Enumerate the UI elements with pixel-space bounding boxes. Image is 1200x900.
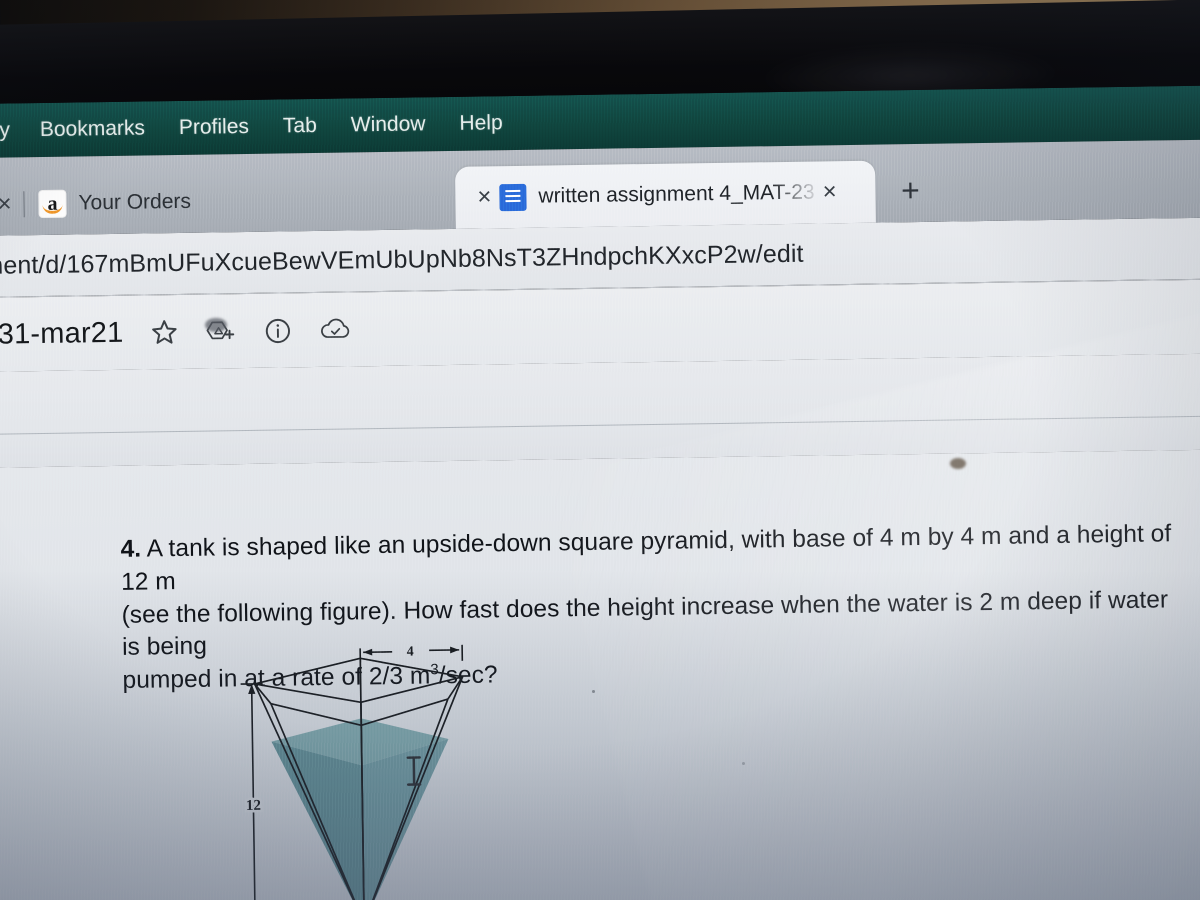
- omnibox-url-text: ment/d/167mBmUFuXcueBewVEmUbUpNb8NsT3ZHn…: [0, 239, 804, 280]
- tab-close-icon[interactable]: ×: [469, 183, 499, 210]
- question-line-1: A tank is shaped like an upside-down squ…: [120, 520, 1172, 596]
- menu-item-window[interactable]: Window: [351, 112, 426, 137]
- document-title[interactable]: 231-mar21: [0, 316, 124, 351]
- dimension-label-height: 12: [246, 798, 261, 814]
- info-icon[interactable]: [263, 316, 292, 345]
- screen-content: ry Bookmarks Profiles Tab Window Help × …: [0, 85, 1200, 900]
- menu-item-history-clipped[interactable]: ry: [0, 118, 10, 142]
- document-page: 4. A tank is shaped like an upside-down …: [0, 449, 1200, 900]
- cloud-saved-icon[interactable]: [318, 316, 352, 344]
- tab-your-orders[interactable]: × a Your Orders: [0, 167, 456, 236]
- question-number: 4.: [120, 535, 142, 563]
- tab-divider: [23, 191, 25, 218]
- menu-item-help[interactable]: Help: [459, 111, 503, 136]
- star-icon[interactable]: [149, 317, 179, 347]
- photo-of-screen: ry Bookmarks Profiles Tab Window Help × …: [0, 0, 1200, 900]
- amazon-icon: a: [38, 189, 67, 219]
- tab-label-your-orders: Your Orders: [78, 189, 192, 215]
- dimension-label-width: 4: [407, 645, 414, 660]
- toolbar-divider: [0, 415, 1200, 435]
- new-tab-button[interactable]: +: [875, 172, 946, 223]
- height-dimension: [240, 682, 263, 900]
- menu-item-profiles[interactable]: Profiles: [179, 115, 249, 140]
- tab-close-icon[interactable]: ×: [0, 190, 20, 217]
- menu-item-bookmarks[interactable]: Bookmarks: [40, 116, 145, 142]
- tab-written-assignment[interactable]: × written assignment 4_MAT-23 ×: [454, 160, 876, 229]
- move-to-drive-icon[interactable]: [205, 317, 237, 345]
- tab-close-icon-active[interactable]: ×: [814, 178, 844, 205]
- google-docs-icon: [499, 183, 527, 211]
- inverted-square-pyramid-tank: 4 12: [232, 638, 506, 900]
- tab-label-written-assignment: written assignment 4_MAT-23: [538, 180, 815, 208]
- menu-item-tab[interactable]: Tab: [283, 114, 317, 138]
- docs-toolbar-area[interactable]: [0, 353, 1200, 468]
